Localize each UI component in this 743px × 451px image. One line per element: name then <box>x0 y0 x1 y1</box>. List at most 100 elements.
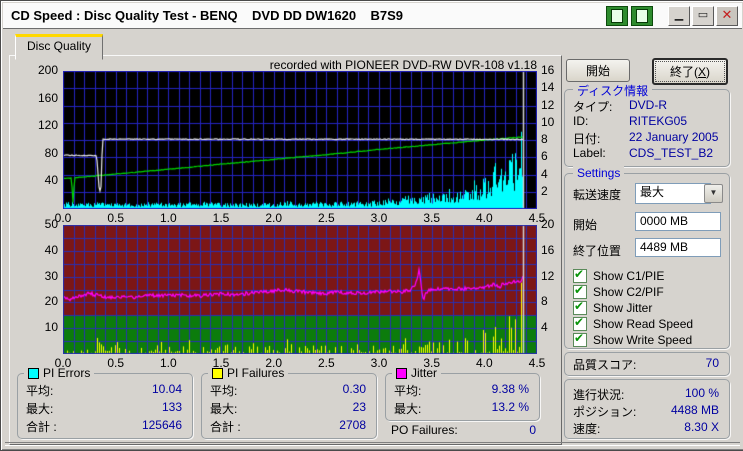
checkbox-show-write-speed[interactable]: Show Write Speed <box>573 332 692 347</box>
y-axis-left-tick: 50 <box>25 217 58 231</box>
pif-jitter-chart-canvas <box>63 225 537 354</box>
speed-select[interactable]: 最大 <box>635 183 711 204</box>
y-axis-left-tick: 10 <box>25 320 58 334</box>
drive-window-icon[interactable] <box>631 6 653 26</box>
start-button[interactable]: 開始 <box>566 59 630 82</box>
max-value: 13.2 % <box>492 400 529 414</box>
avg-value: 9.38 % <box>492 382 529 396</box>
x-axis-tick: 3.0 <box>366 356 392 370</box>
y-axis-left-tick: 30 <box>25 269 58 283</box>
y-axis-right-tick: 6 <box>541 149 567 163</box>
disc-id-value: RITEKG05 <box>629 114 687 128</box>
settings-title: Settings <box>573 166 624 180</box>
checkbox-show-jitter[interactable]: Show Jitter <box>573 300 652 315</box>
x-axis-tick: 2.0 <box>261 356 287 370</box>
x-axis-tick: 0.5 <box>103 356 129 370</box>
disc-label-label: Label: <box>573 146 606 160</box>
y-axis-right-tick: 14 <box>541 80 567 94</box>
checkbox-show-c1-pie[interactable]: Show C1/PIE <box>573 268 664 283</box>
max-label: 最大: <box>210 400 237 417</box>
close-button[interactable]: ✕ <box>716 6 738 26</box>
speed-select-dropdown-arrow[interactable]: ▼ <box>704 184 723 203</box>
status-separator <box>5 442 740 446</box>
checkbox-show-read-speed[interactable]: Show Read Speed <box>573 316 693 331</box>
start-pos-field[interactable]: 0000 MB <box>635 212 721 231</box>
chart-header: recorded with PIONEER DVD-RW DVR-108 v1.… <box>63 58 537 72</box>
y-axis-left-tick: 120 <box>25 118 58 132</box>
settings-group: Settings 転送速度 最大 ▼ 開始 0000 MB 終了位置 4489 … <box>564 173 730 349</box>
y-axis-right-tick: 16 <box>541 63 567 77</box>
progress-box: 進行状況:100 % ポジション:4488 MB 速度:8.30 X <box>564 379 730 439</box>
x-axis-tick: 4.0 <box>471 211 497 225</box>
app-window: CD Speed : Disc Quality Test - BENQ DVD … <box>0 0 743 451</box>
max-value: 23 <box>353 400 366 414</box>
end-pos-field[interactable]: 4489 MB <box>635 238 721 257</box>
y-axis-left-tick: 160 <box>25 91 58 105</box>
progress-label: 進行状況: <box>573 386 624 403</box>
exit-button[interactable]: 終了(X) <box>652 58 728 85</box>
title-bar: CD Speed : Disc Quality Test - BENQ DVD … <box>3 3 742 29</box>
tab-disc-quality[interactable]: Disc Quality <box>15 34 103 60</box>
disc-type-label: タイプ: <box>573 98 612 115</box>
y-axis-left-tick: 200 <box>25 63 58 77</box>
y-axis-right-tick: 4 <box>541 167 567 181</box>
x-axis-tick: 2.5 <box>313 211 339 225</box>
x-axis-tick: 3.0 <box>366 211 392 225</box>
window-title: CD Speed : Disc Quality Test - BENQ DVD … <box>3 8 403 23</box>
max-label: 最大: <box>26 400 53 417</box>
x-axis-tick: 3.5 <box>419 356 445 370</box>
y-axis-right-tick: 12 <box>541 269 567 283</box>
speed-now-label: 速度: <box>573 420 600 437</box>
disc-label-value: CDS_TEST_B2 <box>629 146 713 160</box>
position-value: 4488 MB <box>671 403 719 417</box>
x-axis-tick: 4.5 <box>524 356 550 370</box>
y-axis-right-tick: 10 <box>541 115 567 129</box>
disc-type-value: DVD-R <box>629 98 667 112</box>
checkbox-icon <box>573 269 587 283</box>
y-axis-right-tick: 4 <box>541 320 567 334</box>
y-axis-right-tick: 2 <box>541 184 567 198</box>
x-axis-tick: 1.5 <box>208 211 234 225</box>
checkbox-show-c2-pif[interactable]: Show C2/PIF <box>573 284 664 299</box>
x-axis-tick: 3.5 <box>419 211 445 225</box>
speed-label: 転送速度 <box>573 186 621 203</box>
y-axis-left-tick: 20 <box>25 294 58 308</box>
quality-score-label: 品質スコア: <box>573 356 636 373</box>
total-label: 合計 : <box>26 418 57 435</box>
maximize-button[interactable]: ▭ <box>692 6 714 26</box>
chart-window-icon[interactable] <box>606 6 628 26</box>
progress-value: 100 % <box>685 386 719 400</box>
x-axis-tick: 2.5 <box>313 356 339 370</box>
y-axis-right-tick: 8 <box>541 294 567 308</box>
y-axis-right-tick: 20 <box>541 217 567 231</box>
avg-value: 0.30 <box>343 382 366 396</box>
disc-date-value: 22 January 2005 <box>629 130 718 144</box>
po-failures-value: 0 <box>529 423 536 437</box>
x-axis-tick: 0.5 <box>103 211 129 225</box>
x-axis-tick: 4.0 <box>471 356 497 370</box>
y-axis-left-tick: 80 <box>25 146 58 160</box>
avg-label: 平均: <box>26 382 53 399</box>
minimize-button[interactable]: ▁ <box>668 6 690 26</box>
max-label: 最大: <box>394 400 421 417</box>
x-axis-tick: 1.0 <box>155 211 181 225</box>
x-axis-tick: 0.0 <box>50 356 76 370</box>
jitter-swatch <box>396 368 407 379</box>
total-value: 2708 <box>339 418 366 432</box>
total-value: 125646 <box>142 418 182 432</box>
pi-failures-group: PI Failures 平均:0.30 最大:23 合計 :2708 <box>201 373 377 439</box>
pie-speed-chart-canvas <box>63 71 537 209</box>
disc-date-label: 日付: <box>573 130 600 147</box>
y-axis-right-tick: 8 <box>541 132 567 146</box>
avg-value: 10.04 <box>152 382 182 396</box>
pi-errors-swatch <box>28 368 39 379</box>
disc-info-group: ディスク情報 タイプ:DVD-R ID:RITEKG05 日付:22 Janua… <box>564 89 730 167</box>
checkbox-icon <box>573 301 587 315</box>
position-label: ポジション: <box>573 403 636 420</box>
checkbox-icon <box>573 333 587 347</box>
y-axis-left-tick: 40 <box>25 173 58 187</box>
y-axis-right-tick: 16 <box>541 243 567 257</box>
x-axis-tick: 2.0 <box>261 211 287 225</box>
po-failures-label: PO Failures: <box>391 423 458 437</box>
pi-errors-group: PI Errors 平均:10.04 最大:133 合計 :125646 <box>17 373 193 439</box>
